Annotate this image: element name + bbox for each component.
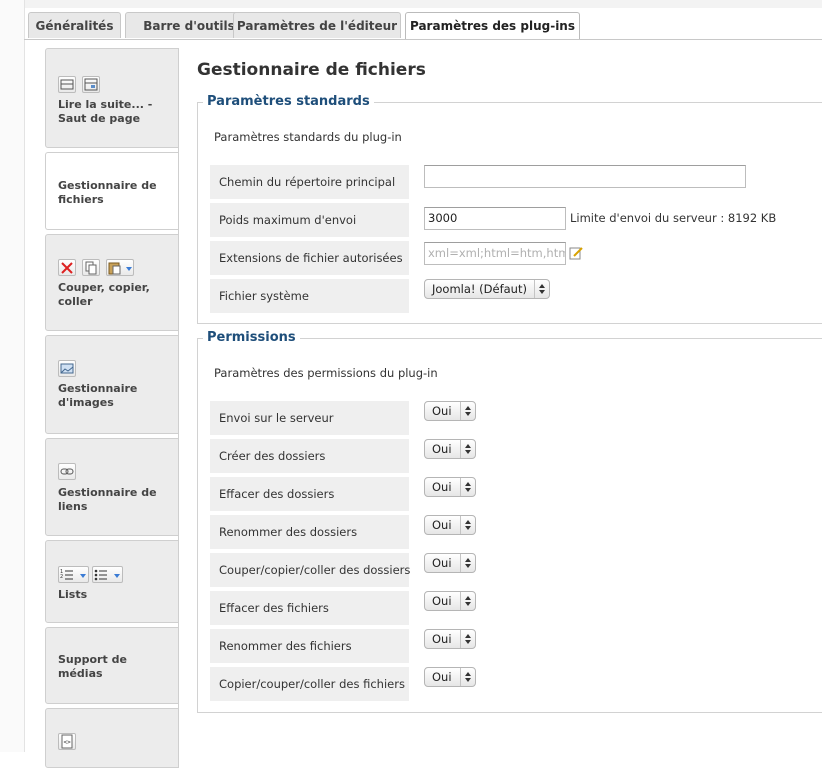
sidebar-item-label: Couper, copier, coller (58, 281, 150, 308)
perm-select-value: Oui (432, 632, 452, 646)
select-arrows-icon (460, 630, 475, 648)
sidebar-item-image-manager[interactable]: Gestionnaire d'images (45, 335, 179, 434)
sidebar-item-label: Gestionnaire de fichiers (58, 179, 157, 206)
perm-select-value: Oui (432, 518, 452, 532)
root-path-label: Chemin du répertoire principal (210, 165, 409, 199)
paste-icon (106, 259, 134, 276)
perm-rename-folders-label: Renommer des dossiers (210, 515, 409, 549)
svg-text:2: 2 (60, 574, 63, 580)
select-arrows-icon (460, 440, 475, 458)
tab-generalites[interactable]: Généralités (28, 12, 121, 38)
chevron-down-icon (80, 574, 86, 578)
svg-text:<>: <> (64, 739, 72, 746)
permissions-legend: Permissions (203, 330, 300, 345)
sidebar-item-label: Support de médias (58, 653, 127, 680)
tab-bar-border (24, 39, 822, 40)
sidebar-item-label: Lire la suite... - Saut de page (58, 98, 153, 125)
page-title: Gestionnaire de fichiers (197, 60, 426, 80)
standard-params-description: Paramètres standards du plug-in (214, 130, 402, 144)
sidebar-item-lists[interactable]: 12 Lists (45, 540, 179, 623)
perm-move-files-label: Copier/couper/coller des fichiers (210, 667, 409, 701)
tab-plugin-params[interactable]: Paramètres des plug-ins (405, 12, 580, 40)
chevron-down-icon (114, 574, 120, 578)
perm-move-folders-label: Couper/copier/coller des dossiers (210, 553, 410, 587)
perm-upload-select[interactable]: Oui (424, 401, 476, 421)
ordered-list-icon: 12 (58, 566, 89, 583)
perm-select-value: Oui (432, 594, 452, 608)
select-arrows-icon (460, 554, 475, 572)
image-icon (58, 360, 76, 377)
select-arrows-icon (460, 592, 475, 610)
sidebar-item-file-manager[interactable]: Gestionnaire de fichiers (45, 152, 179, 230)
filesystem-select[interactable]: Joomla! (Défaut) (424, 279, 550, 299)
perm-rename-folders-select[interactable]: Oui (424, 515, 476, 535)
sidebar-item-link-manager[interactable]: Gestionnaire de liens (45, 438, 179, 536)
edit-icon[interactable] (569, 246, 583, 260)
server-upload-limit: Limite d'envoi du serveur : 8192 KB (570, 211, 777, 225)
link-icon (58, 463, 76, 480)
perm-delete-folders-select[interactable]: Oui (424, 477, 476, 497)
chevron-down-icon (126, 267, 132, 271)
select-arrows-icon (460, 668, 475, 686)
perm-upload-label: Envoi sur le serveur (210, 401, 409, 435)
unordered-list-icon (92, 566, 123, 583)
perm-rename-files-select[interactable]: Oui (424, 629, 476, 649)
sidebar-item-label: Lists (58, 588, 88, 601)
filesystem-select-value: Joomla! (Défaut) (432, 282, 527, 296)
permissions-description: Paramètres des permissions du plug-in (214, 366, 438, 380)
pagebreak-icon (82, 76, 100, 93)
standard-params-legend: Paramètres standards (203, 94, 374, 109)
filesystem-label: Fichier système (210, 279, 409, 313)
perm-create-folders-select[interactable]: Oui (424, 439, 476, 459)
source-code-icon: <> (58, 733, 76, 750)
select-arrows-icon (460, 516, 475, 534)
cut-icon (58, 259, 76, 276)
perm-select-value: Oui (432, 556, 452, 570)
perm-move-folders-select[interactable]: Oui (424, 553, 476, 573)
perm-delete-folders-label: Effacer des dossiers (210, 477, 409, 511)
sidebar-item-cut-copy-paste[interactable]: Couper, copier, coller (45, 234, 179, 331)
tab-editor-params[interactable]: Paramètres de l'éditeur (233, 12, 401, 38)
allowed-extensions-input[interactable]: xml=xml;html=htm,htm (424, 242, 566, 265)
perm-create-folders-label: Créer des dossiers (210, 439, 409, 473)
perm-select-value: Oui (432, 480, 452, 494)
perm-select-value: Oui (432, 670, 452, 684)
select-arrows-icon (534, 280, 549, 298)
perm-delete-files-label: Effacer des fichiers (210, 591, 409, 625)
select-arrows-icon (460, 402, 475, 420)
readmore-icon (58, 76, 76, 93)
tab-bar: Généralités Barre d'outils Paramètres de… (24, 12, 822, 40)
sidebar-item-label: Gestionnaire d'images (58, 382, 138, 409)
window-top-strip (0, 0, 822, 8)
max-upload-label: Poids maximum d'envoi (210, 203, 409, 237)
copy-icon (82, 259, 100, 276)
sidebar-item-label: Gestionnaire de liens (58, 486, 157, 513)
perm-select-value: Oui (432, 404, 452, 418)
allowed-extensions-label: Extensions de fichier autorisées (210, 241, 409, 275)
sidebar-item-source[interactable]: <> (45, 708, 179, 768)
root-path-input[interactable] (424, 165, 746, 188)
perm-select-value: Oui (432, 442, 452, 456)
perm-delete-files-select[interactable]: Oui (424, 591, 476, 611)
content-divider (178, 48, 179, 752)
left-gutter (0, 0, 25, 752)
perm-rename-files-label: Renommer des fichiers (210, 629, 409, 663)
sidebar-item-readmore[interactable]: Lire la suite... - Saut de page (45, 48, 179, 148)
max-upload-input[interactable]: 3000 (424, 207, 566, 230)
sidebar-item-media-support[interactable]: Support de médias (45, 627, 179, 704)
select-arrows-icon (460, 478, 475, 496)
perm-move-files-select[interactable]: Oui (424, 667, 476, 687)
